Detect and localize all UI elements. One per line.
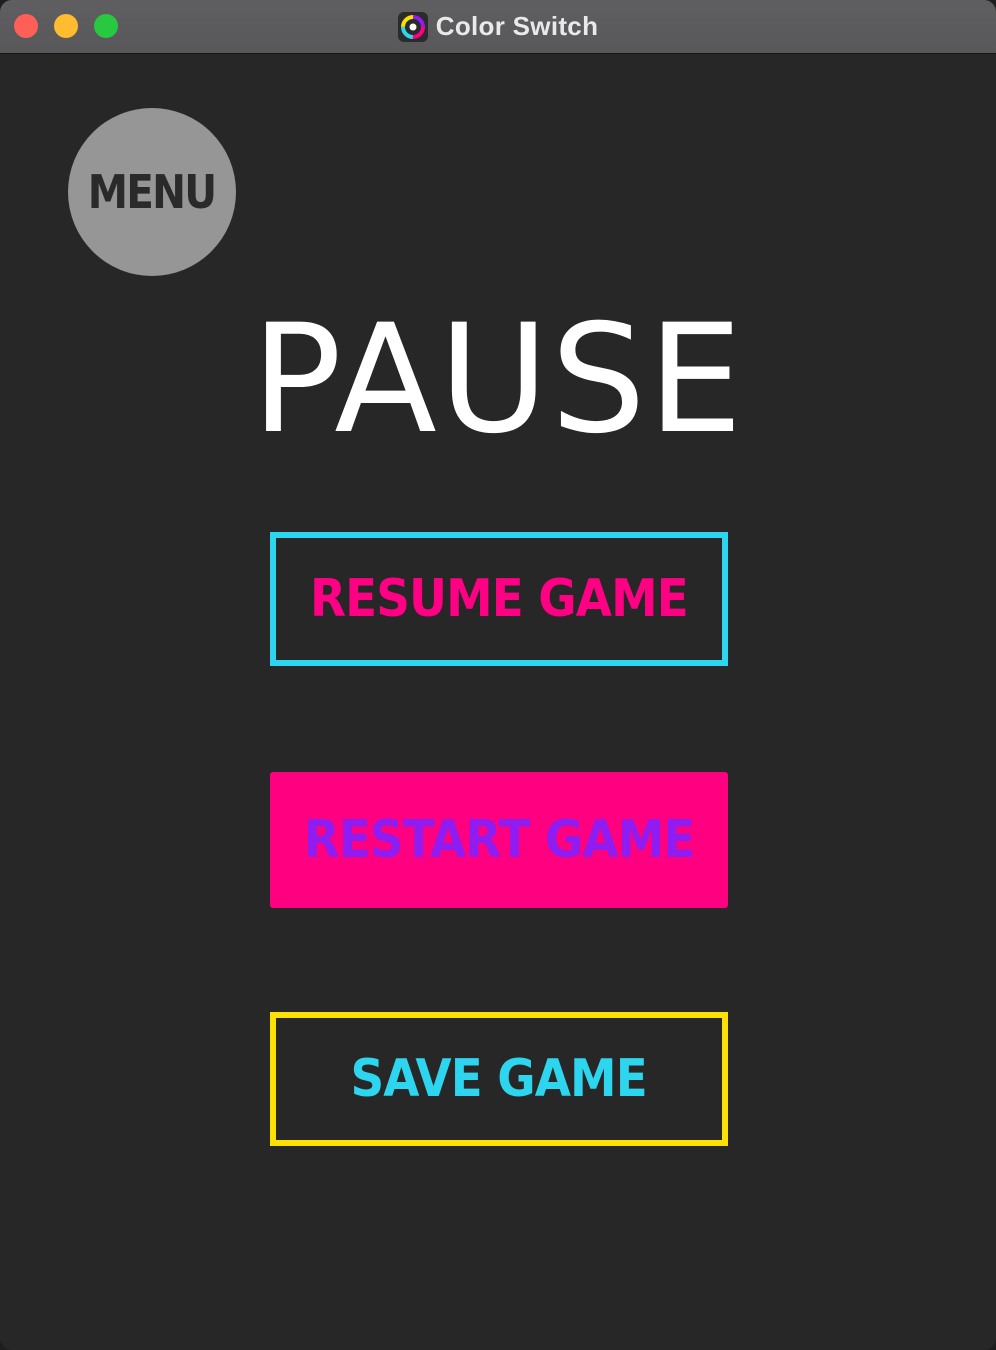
title-bar[interactable]: Color Switch	[0, 0, 996, 54]
menu-button-label: MENU	[88, 165, 217, 219]
window-title: Color Switch	[435, 11, 599, 41]
game-window: Color Switch MENU PAUSE RESUME GAME REST…	[0, 0, 996, 1350]
restart-game-label: RESTART GAME	[303, 810, 696, 870]
resume-game-button[interactable]: RESUME GAME	[270, 532, 728, 666]
restart-game-button[interactable]: RESTART GAME	[270, 772, 728, 908]
window-title-group: Color Switch	[0, 0, 996, 53]
pause-title: PAUSE	[251, 293, 745, 467]
save-game-label: SAVE GAME	[350, 1049, 648, 1109]
save-game-button[interactable]: SAVE GAME	[270, 1012, 728, 1146]
color-switch-icon	[397, 11, 428, 42]
resume-game-label: RESUME GAME	[310, 569, 689, 629]
menu-button[interactable]: MENU	[68, 108, 236, 276]
